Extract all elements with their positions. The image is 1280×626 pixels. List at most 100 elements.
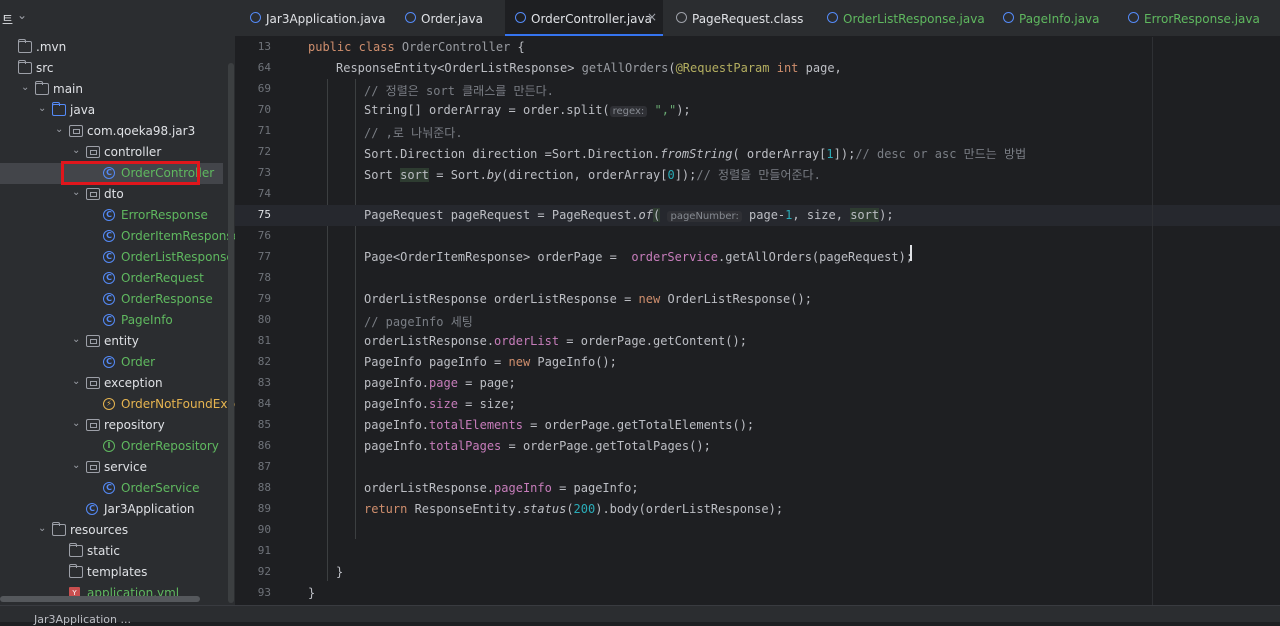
code-line[interactable]: 74 <box>235 184 1280 205</box>
folder-icon <box>69 564 83 578</box>
sidebar-horizontal-scrollbar[interactable] <box>0 596 200 602</box>
chevron-down-icon[interactable]: ⌄ <box>72 187 84 198</box>
line-number: 82 <box>257 355 271 368</box>
class-icon <box>1003 12 1014 23</box>
tree-item[interactable]: templates <box>0 562 235 583</box>
package-icon <box>86 188 100 200</box>
chevron-down-icon[interactable]: ⌄ <box>72 376 84 387</box>
chevron-down-icon[interactable]: ⌄ <box>21 82 33 93</box>
code-line[interactable]: 70 String[] orderArray = order.split(reg… <box>235 100 1280 121</box>
tree-item[interactable]: src <box>0 58 235 79</box>
code-line[interactable]: 72 Sort.Direction direction =Sort.Direct… <box>235 142 1280 163</box>
code-line[interactable]: 71 // ,로 나눠준다. <box>235 121 1280 142</box>
tree-item[interactable]: C Jar3Application <box>0 499 235 520</box>
tab-pagerequest[interactable]: PageRequest.class <box>676 0 826 36</box>
chevron-down-icon[interactable]: ⌄ <box>17 8 27 22</box>
tree-item[interactable]: ⌄ resources <box>0 520 235 541</box>
code-line[interactable]: 64 ResponseEntity<OrderListResponse> get… <box>235 58 1280 79</box>
tree-item[interactable]: C OrderListResponse <box>0 247 235 268</box>
code-line[interactable]: 83 pageInfo.page = page; <box>235 373 1280 394</box>
tab-orderlistresponse[interactable]: OrderListResponse.java <box>827 0 987 36</box>
chevron-down-icon[interactable]: ⌄ <box>72 334 84 345</box>
code-line[interactable]: 80 // pageInfo 세팅 <box>235 310 1280 331</box>
tree-item-label: com.qoeka98.jar3 <box>87 124 196 138</box>
folder-icon <box>18 60 32 74</box>
class-icon: C <box>103 209 115 221</box>
tree-item[interactable]: C ErrorResponse <box>0 205 235 226</box>
code-text: String[] orderArray = order.split(regex:… <box>364 103 691 117</box>
line-number: 76 <box>257 229 271 242</box>
tree-item[interactable]: C OrderRequest <box>0 268 235 289</box>
tree-item[interactable]: C OrderResponse <box>0 289 235 310</box>
tree-item[interactable]: ⌄ dto <box>0 184 235 205</box>
code-line[interactable]: 79 OrderListResponse orderListResponse =… <box>235 289 1280 310</box>
code-text: pageInfo.totalElements = orderPage.getTo… <box>364 418 755 432</box>
code-line[interactable]: 81 orderListResponse.orderList = orderPa… <box>235 331 1280 352</box>
chevron-down-icon[interactable]: ⌄ <box>38 103 50 114</box>
tree-item[interactable]: ⌄ java <box>0 100 235 121</box>
tab-label: OrderController.java <box>531 12 652 26</box>
code-line[interactable]: 87 <box>235 457 1280 478</box>
close-icon[interactable]: × <box>647 10 657 24</box>
code-text: PageRequest pageRequest = PageRequest.of… <box>364 208 894 222</box>
code-line[interactable]: 86 pageInfo.totalPages = orderPage.getTo… <box>235 436 1280 457</box>
class-icon: C <box>103 272 115 284</box>
tab-jar3application[interactable]: Jar3Application.java <box>250 0 400 36</box>
code-line[interactable]: 82 PageInfo pageInfo = new PageInfo(); <box>235 352 1280 373</box>
code-line[interactable]: 89 return ResponseEntity.status(200).bod… <box>235 499 1280 520</box>
tree-item[interactable]: C PageInfo <box>0 310 235 331</box>
tree-item[interactable]: I OrderRepository <box>0 436 235 457</box>
tree-item-label: .mvn <box>36 40 67 54</box>
code-line[interactable]: 85 pageInfo.totalElements = orderPage.ge… <box>235 415 1280 436</box>
chevron-down-icon[interactable]: ⌄ <box>72 145 84 156</box>
tree-item-label: ErrorResponse <box>121 208 208 222</box>
tree-item[interactable]: C Order <box>0 352 235 373</box>
code-line[interactable]: 90 <box>235 520 1280 541</box>
code-line[interactable]: 92 } <box>235 562 1280 583</box>
code-line[interactable]: 84 pageInfo.size = size; <box>235 394 1280 415</box>
code-line[interactable]: 77 Page<OrderItemResponse> orderPage = o… <box>235 247 1280 268</box>
chevron-down-icon[interactable]: ⌄ <box>72 418 84 429</box>
tab-pageinfo[interactable]: PageInfo.java <box>1003 0 1113 36</box>
code-line[interactable]: 91 <box>235 541 1280 562</box>
code-line-current[interactable]: 75 PageRequest pageRequest = PageRequest… <box>235 205 1280 226</box>
project-view-title[interactable]: 트 <box>2 11 13 28</box>
tab-ordercontroller[interactable]: OrderController.java × <box>505 0 663 36</box>
tree-item[interactable]: .mvn <box>0 37 235 58</box>
tab-errorresponse[interactable]: ErrorResponse.java <box>1128 0 1268 36</box>
line-number: 93 <box>257 586 271 599</box>
class-icon <box>515 12 526 23</box>
code-line[interactable]: 78 <box>235 268 1280 289</box>
line-number: 73 <box>257 166 271 179</box>
package-icon <box>86 335 100 347</box>
package-icon <box>86 461 100 473</box>
code-line[interactable]: 76 <box>235 226 1280 247</box>
tree-item[interactable]: C OrderService <box>0 478 235 499</box>
tree-item[interactable]: ⌄ main <box>0 79 235 100</box>
code-text: Sort.Direction direction =Sort.Direction… <box>364 147 1027 161</box>
chevron-down-icon[interactable]: ⌄ <box>72 460 84 471</box>
tree-item[interactable]: static <box>0 541 235 562</box>
code-line[interactable]: 69 // 정렬은 sort 클래스를 만든다. <box>235 79 1280 100</box>
code-editor[interactable]: 13 public class OrderController { 64 Res… <box>235 37 1280 605</box>
tree-item[interactable]: C OrderItemResponse <box>0 226 235 247</box>
code-line[interactable]: 73 Sort sort = Sort.by(direction, orderA… <box>235 163 1280 184</box>
tree-item[interactable]: ⚡ OrderNotFoundException <box>0 394 235 415</box>
tree-item[interactable]: ⌄ exception <box>0 373 235 394</box>
tab-order[interactable]: Order.java <box>405 0 505 36</box>
tree-item[interactable]: ⌄ controller <box>0 142 235 163</box>
line-number: 86 <box>257 439 271 452</box>
code-line[interactable]: 88 orderListResponse.pageInfo = pageInfo… <box>235 478 1280 499</box>
chevron-down-icon[interactable]: ⌄ <box>38 523 50 534</box>
sidebar-scrollbar[interactable] <box>228 63 234 603</box>
tree-item[interactable]: ⌄ entity <box>0 331 235 352</box>
spring-app-class-icon: C <box>86 503 98 515</box>
code-line[interactable]: 13 public class OrderController { <box>235 37 1280 58</box>
line-number: 91 <box>257 544 271 557</box>
chevron-down-icon[interactable]: ⌄ <box>55 124 67 135</box>
tree-item[interactable]: ⌄ com.qoeka98.jar3 <box>0 121 235 142</box>
code-line[interactable]: 93 } <box>235 583 1280 604</box>
tree-item[interactable]: ⌄ repository <box>0 415 235 436</box>
tree-item[interactable]: ⌄ service <box>0 457 235 478</box>
run-config-label[interactable]: Jar3Application ... <box>34 613 131 626</box>
